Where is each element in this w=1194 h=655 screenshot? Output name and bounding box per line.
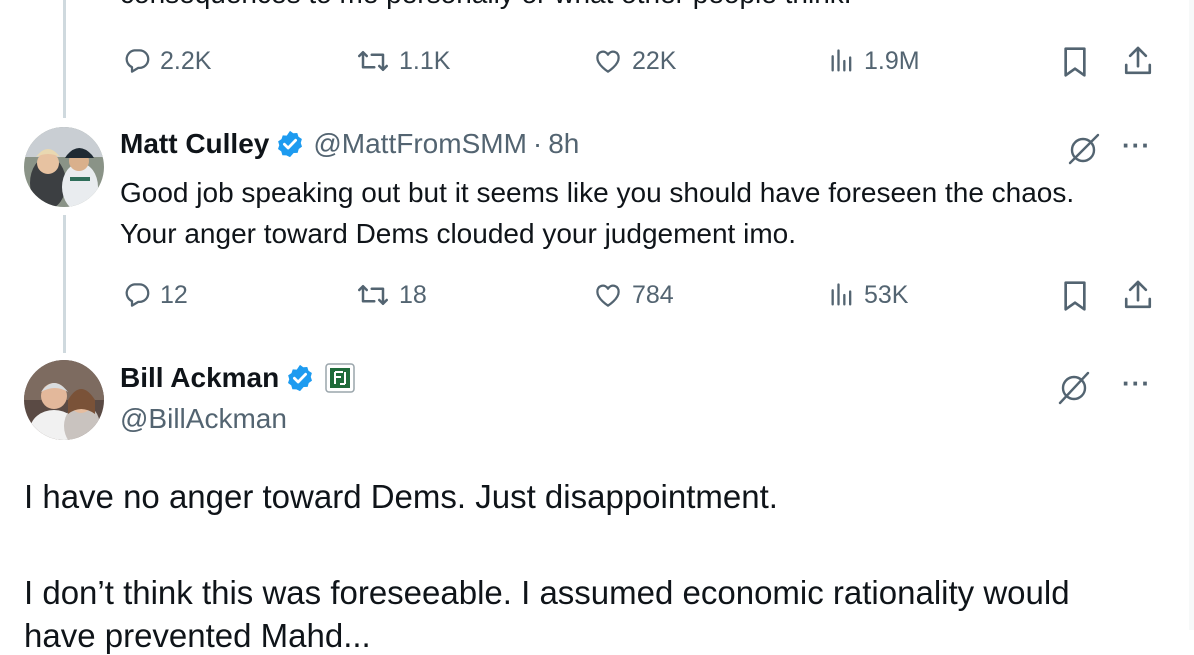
main-author-row: Bill Ackman <box>120 362 355 394</box>
repost-icon <box>358 51 388 71</box>
reply-icon <box>125 283 150 307</box>
share-icon[interactable] <box>1122 278 1154 312</box>
previous-tweet-text: consequences to me personally or what ot… <box>120 0 852 10</box>
like-count: 784 <box>632 280 674 309</box>
separator-dot: · <box>532 128 543 159</box>
display-name[interactable]: Bill Ackman <box>120 362 279 394</box>
views-count: 1.9M <box>864 46 920 75</box>
previous-repost-button[interactable]: 1.1K <box>355 46 450 76</box>
previous-reply-button[interactable]: 2.2K <box>122 46 211 76</box>
views-icon <box>831 283 852 306</box>
grok-icon[interactable] <box>1056 370 1092 406</box>
avatar-bill-ackman[interactable] <box>24 360 104 440</box>
heart-icon <box>596 50 620 73</box>
repost-icon <box>358 285 388 305</box>
reply-text: Good job speaking out but it seems like … <box>120 177 1075 249</box>
bookmark-icon[interactable] <box>1061 46 1089 78</box>
heart-icon <box>596 284 620 307</box>
previous-views-button[interactable]: 1.9M <box>828 46 920 76</box>
verified-badge-icon <box>288 364 313 392</box>
handle[interactable]: @MattFromSMM <box>313 128 527 160</box>
previous-like-button[interactable]: 22K <box>592 46 676 76</box>
share-icon[interactable] <box>1122 44 1154 78</box>
verified-badge-icon <box>278 130 303 158</box>
reply-reply-button[interactable]: 12 <box>122 280 188 310</box>
reply-like-button[interactable]: 784 <box>592 280 674 310</box>
avatar-matt-culley[interactable] <box>24 127 104 207</box>
display-name[interactable]: Matt Culley <box>120 128 269 160</box>
repost-count: 1.1K <box>399 46 451 75</box>
main-paragraph-1: I have no anger toward Dems. Just disapp… <box>24 478 778 515</box>
reply-icon <box>125 49 150 73</box>
views-icon <box>831 49 852 72</box>
views-count: 53K <box>864 280 909 309</box>
reply-views-button[interactable]: 53K <box>828 280 908 310</box>
more-options-icon[interactable]: ··· <box>1122 368 1151 399</box>
bookmark-icon[interactable] <box>1061 280 1089 312</box>
more-options-icon[interactable]: ··· <box>1122 130 1151 161</box>
thread-line-middle <box>63 215 66 353</box>
scrollbar[interactable] <box>1189 0 1194 630</box>
main-paragraph-3-partial: have prevented Mahd... <box>24 617 371 654</box>
main-handle[interactable]: @BillAckman <box>120 403 287 435</box>
reply-author-row: Matt Culley @MattFromSMM · 8h <box>120 128 579 160</box>
repost-count: 18 <box>399 280 427 309</box>
affiliate-badge-icon[interactable] <box>325 363 355 393</box>
thread-line-top <box>63 0 66 118</box>
reply-count: 2.2K <box>160 46 212 75</box>
reply-repost-button[interactable]: 18 <box>355 280 427 310</box>
timestamp[interactable]: 8h <box>548 128 579 160</box>
grok-icon[interactable] <box>1066 132 1102 166</box>
like-count: 22K <box>632 46 677 75</box>
main-paragraph-2: I don’t think this was foreseeable. I as… <box>24 574 1070 611</box>
reply-count: 12 <box>160 280 188 309</box>
